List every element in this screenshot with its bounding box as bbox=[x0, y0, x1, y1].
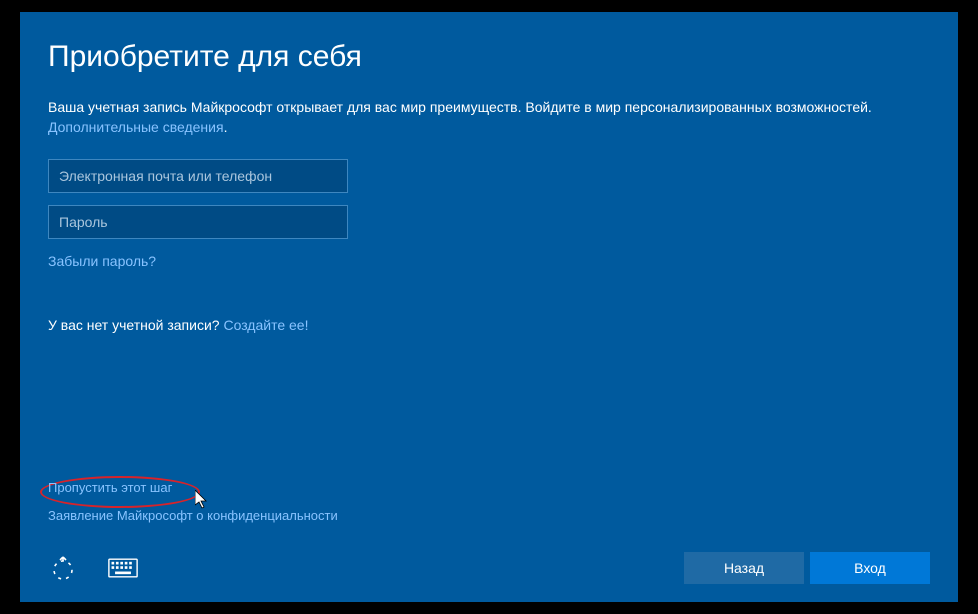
body-text: Ваша учетная запись Майкрософт открывает… bbox=[48, 98, 930, 137]
learn-more-link[interactable]: Дополнительные сведения bbox=[48, 119, 224, 135]
back-button[interactable]: Назад bbox=[684, 552, 804, 584]
bottom-right-buttons: Назад Вход bbox=[684, 552, 930, 584]
body-period: . bbox=[224, 119, 228, 135]
skip-area: Пропустить этот шаг bbox=[48, 479, 172, 497]
email-field[interactable] bbox=[48, 159, 348, 193]
input-group bbox=[48, 159, 930, 239]
oobe-signin-window: Приобретите для себя Ваша учетная запись… bbox=[20, 12, 958, 602]
create-account-link[interactable]: Создайте ее! bbox=[223, 317, 308, 333]
body-text-content: Ваша учетная запись Майкрософт открывает… bbox=[48, 99, 872, 115]
cursor-icon bbox=[195, 490, 209, 510]
bottom-left-icons bbox=[48, 555, 138, 581]
skip-step-link[interactable]: Пропустить этот шаг bbox=[48, 480, 172, 495]
on-screen-keyboard-icon[interactable] bbox=[108, 555, 138, 581]
page-title: Приобретите для себя bbox=[48, 40, 930, 74]
no-account-label: У вас нет учетной записи? bbox=[48, 317, 223, 333]
privacy-statement-link[interactable]: Заявление Майкрософт о конфиденциальност… bbox=[48, 508, 338, 523]
no-account-text: У вас нет учетной записи? Создайте ее! bbox=[48, 317, 930, 333]
forgot-password-link[interactable]: Забыли пароль? bbox=[48, 253, 156, 269]
ease-of-access-icon[interactable] bbox=[48, 555, 78, 581]
signin-button[interactable]: Вход bbox=[810, 552, 930, 584]
password-field[interactable] bbox=[48, 205, 348, 239]
bottom-bar: Назад Вход bbox=[48, 552, 930, 584]
